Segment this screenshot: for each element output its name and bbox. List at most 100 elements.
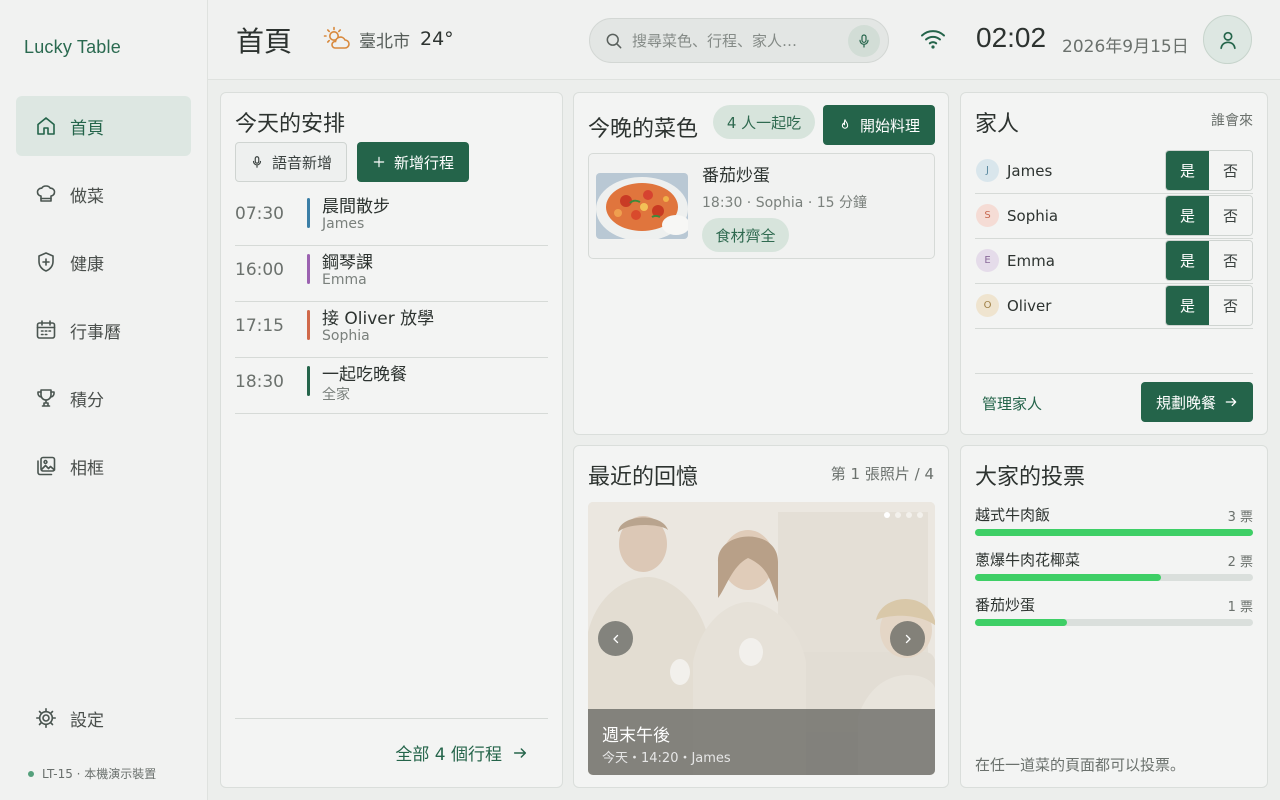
family-member-row: S Sophia 是 否 bbox=[975, 194, 1253, 239]
gear-icon bbox=[36, 708, 56, 728]
event-person: James bbox=[322, 216, 365, 232]
carousel-dot[interactable] bbox=[884, 512, 890, 518]
avatar: E bbox=[976, 249, 999, 272]
memory-photo[interactable]: 週末午後 今天・14:20・James bbox=[588, 502, 935, 775]
yes-button[interactable]: 是 bbox=[1166, 151, 1209, 190]
next-photo-button[interactable] bbox=[890, 621, 925, 656]
caption-meta: 今天・14:20・James bbox=[602, 751, 731, 766]
event-color-bar bbox=[307, 198, 310, 228]
manage-family-link[interactable]: 管理家人 bbox=[982, 393, 1042, 414]
plus-icon bbox=[373, 156, 385, 168]
member-name: Oliver bbox=[1007, 297, 1052, 315]
ingredients-badge: 食材齊全 bbox=[702, 218, 789, 252]
yes-button[interactable]: 是 bbox=[1166, 286, 1209, 325]
sidebar-item-home[interactable]: 首頁 bbox=[16, 96, 191, 156]
microphone-icon bbox=[859, 33, 869, 48]
carousel-dot[interactable] bbox=[917, 512, 923, 518]
dish-card[interactable]: 番茄炒蛋 18:30 · Sophia · 15 分鐘 食材齊全 bbox=[588, 153, 935, 259]
carousel-dot[interactable] bbox=[906, 512, 912, 518]
schedule-row[interactable]: 07:30 晨間散步 James bbox=[235, 190, 548, 246]
chevron-right-icon bbox=[905, 634, 911, 643]
photo-frame-icon bbox=[37, 456, 56, 476]
yes-button[interactable]: 是 bbox=[1166, 241, 1209, 280]
vote-item[interactable]: 蔥爆牛肉花椰菜 2 票 bbox=[975, 549, 1253, 589]
dish-photo bbox=[596, 173, 688, 239]
sidebar-item-calendar[interactable]: 行事曆 bbox=[16, 300, 191, 360]
vote-progress-fill bbox=[975, 574, 1162, 581]
event-time: 18:30 bbox=[235, 372, 284, 392]
sidebar: Lucky Table 首頁 做菜 健康 行事曆 積分 相框 設定 LT-15 … bbox=[0, 0, 208, 800]
memories-card: 最近的回憶 第 1 張照片 / 4 週末午後 今天・14:20・James bbox=[573, 445, 949, 788]
attendance-toggle: 是 否 bbox=[1165, 285, 1253, 326]
member-name: James bbox=[1007, 162, 1053, 180]
all-events-link[interactable]: 全部 4 個行程 bbox=[395, 740, 528, 765]
event-time: 07:30 bbox=[235, 204, 284, 224]
yes-button[interactable]: 是 bbox=[1166, 196, 1209, 235]
add-event-button[interactable]: 新增行程 bbox=[357, 142, 469, 182]
sidebar-item-cooking[interactable]: 做菜 bbox=[16, 164, 191, 224]
memories-title: 最近的回憶 bbox=[588, 465, 699, 490]
start-cooking-label: 開始料理 bbox=[859, 116, 920, 135]
no-button[interactable]: 否 bbox=[1209, 196, 1252, 235]
tonight-dish-card: 今晚的菜色 4 人一起吃 開始料理 番茄炒蛋 18:30 · Sophia · bbox=[573, 92, 949, 435]
sidebar-item-health[interactable]: 健康 bbox=[16, 232, 191, 292]
dish-name: 番茄炒蛋 bbox=[702, 166, 770, 186]
event-time: 17:15 bbox=[235, 316, 284, 336]
no-button[interactable]: 否 bbox=[1209, 151, 1252, 190]
brand-logo[interactable]: Lucky Table bbox=[24, 37, 121, 58]
event-person: 全家 bbox=[322, 387, 350, 403]
sidebar-item-photo-frame[interactable]: 相框 bbox=[16, 436, 191, 496]
event-color-bar bbox=[307, 310, 310, 340]
avatar: J bbox=[976, 159, 999, 182]
member-name: Sophia bbox=[1007, 207, 1059, 225]
avatar: S bbox=[976, 204, 999, 227]
carousel-dot[interactable] bbox=[895, 512, 901, 518]
clock-time: 02:02 bbox=[976, 22, 1047, 53]
plan-dinner-label: 規劃晚餐 bbox=[1155, 393, 1216, 412]
vote-item[interactable]: 番茄炒蛋 1 票 bbox=[975, 594, 1253, 634]
sidebar-item-settings[interactable]: 設定 bbox=[16, 688, 191, 748]
schedule-card: 今天的安排 語音新增 新增行程 07:30 晨間散步 James 16:00 鋼… bbox=[220, 92, 563, 788]
trophy-icon bbox=[37, 389, 55, 407]
schedule-row[interactable]: 17:15 接 Oliver 放學 Sophia bbox=[235, 302, 548, 358]
partly-sunny-icon bbox=[323, 26, 350, 49]
event-person: Sophia bbox=[322, 328, 370, 344]
arrow-right-icon bbox=[1225, 397, 1237, 407]
start-cooking-button[interactable]: 開始料理 bbox=[823, 105, 935, 145]
wifi-icon[interactable] bbox=[920, 27, 946, 51]
event-title: 接 Oliver 放學 bbox=[322, 309, 435, 329]
search-input[interactable] bbox=[632, 31, 848, 50]
diners-badge: 4 人一起吃 bbox=[713, 105, 815, 139]
vote-progress-track bbox=[975, 529, 1253, 536]
votes-card: 大家的投票 越式牛肉飯 3 票 蔥爆牛肉花椰菜 2 票 番茄炒蛋 1 票 在任一… bbox=[960, 445, 1268, 788]
vote-item[interactable]: 越式牛肉飯 3 票 bbox=[975, 504, 1253, 544]
sidebar-item-label: 行事曆 bbox=[70, 322, 121, 343]
divider bbox=[975, 373, 1253, 374]
sidebar-item-points[interactable]: 積分 bbox=[16, 368, 191, 428]
event-title: 一起吃晚餐 bbox=[322, 365, 407, 385]
votes-title: 大家的投票 bbox=[975, 465, 1086, 490]
flame-icon bbox=[841, 119, 849, 129]
profile-button[interactable] bbox=[1203, 15, 1252, 64]
divider bbox=[235, 718, 548, 719]
home-icon bbox=[37, 117, 55, 135]
schedule-row[interactable]: 18:30 一起吃晚餐 全家 bbox=[235, 358, 548, 414]
schedule-row[interactable]: 16:00 鋼琴課 Emma bbox=[235, 246, 548, 302]
search-icon bbox=[606, 33, 622, 48]
voice-add-button[interactable]: 語音新增 bbox=[235, 142, 347, 182]
previous-photo-button[interactable] bbox=[598, 621, 633, 656]
add-event-label: 新增行程 bbox=[393, 153, 454, 172]
carousel-dots bbox=[884, 512, 923, 518]
no-button[interactable]: 否 bbox=[1209, 286, 1252, 325]
plan-dinner-button[interactable]: 規劃晚餐 bbox=[1141, 382, 1253, 422]
search-bar bbox=[589, 18, 889, 63]
vote-dish-name: 越式牛肉飯 bbox=[975, 506, 1051, 524]
voice-search-button[interactable] bbox=[848, 24, 880, 57]
vote-progress-fill bbox=[975, 619, 1067, 626]
calendar-icon bbox=[36, 320, 56, 339]
no-button[interactable]: 否 bbox=[1209, 241, 1252, 280]
tonight-title: 今晚的菜色 bbox=[588, 117, 699, 142]
user-icon bbox=[1219, 31, 1236, 49]
page-title: 首頁 bbox=[236, 25, 293, 58]
sidebar-item-label: 做菜 bbox=[70, 186, 104, 207]
